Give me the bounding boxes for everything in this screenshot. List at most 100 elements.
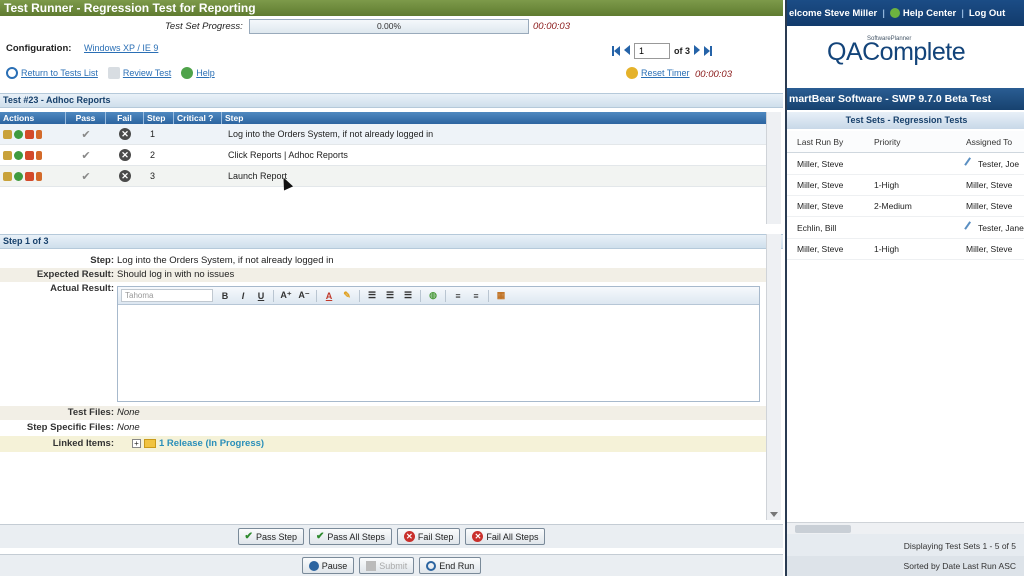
fail-step-button[interactable]: ✕ Fail Step xyxy=(396,528,461,545)
help-icon xyxy=(181,67,194,79)
page-number-input[interactable] xyxy=(634,43,670,59)
sort-status: Sorted by Date Last Run ASC xyxy=(787,556,1024,576)
add-icon[interactable] xyxy=(14,150,23,160)
table-row[interactable]: Echlin, Bill Tester, Jane xyxy=(787,217,1024,239)
step-files-row: Step Specific Files: None xyxy=(0,420,766,436)
end-run-button[interactable]: End Run xyxy=(419,557,482,574)
underline-icon[interactable]: U xyxy=(255,291,267,301)
add-icon[interactable] xyxy=(14,129,23,139)
pass-step-button[interactable]: ✔ Pass Step xyxy=(237,528,304,545)
steps-scrollbar[interactable] xyxy=(766,112,781,224)
col-last-run-by[interactable]: Last Run By xyxy=(787,131,864,152)
expand-icon[interactable]: + xyxy=(132,438,141,448)
first-page-icon[interactable] xyxy=(612,46,620,56)
welcome-text: elcome Steve Miller xyxy=(789,7,878,19)
review-icon xyxy=(107,67,120,79)
delete-icon[interactable] xyxy=(25,150,34,160)
test-sets-grid-header: Last Run By Priority Assigned To xyxy=(787,131,1024,153)
review-test-link[interactable]: Review Test xyxy=(107,67,171,79)
editor-toolbar: Tahoma B I U A⁺ A⁻ A ✎ ☰ ☰ ☰ ◍ ≡ ≡ ▦ xyxy=(118,287,759,305)
table-row[interactable]: Miller, Steve 1-High Miller, Steve xyxy=(787,239,1024,260)
configuration-link[interactable]: Windows XP / IE 9 xyxy=(84,43,158,53)
font-select[interactable]: Tahoma xyxy=(121,289,213,302)
edit-icon[interactable] xyxy=(3,150,12,160)
fail-x-icon[interactable]: ✕ xyxy=(119,128,131,140)
help-link[interactable]: Help xyxy=(181,67,215,79)
progress-bar: 0.00% xyxy=(249,19,529,34)
add-icon[interactable] xyxy=(14,171,23,181)
edit-icon[interactable] xyxy=(3,171,12,181)
table-row[interactable]: ✔ ✕ 2 Click Reports | Adhoc Reports xyxy=(0,145,766,166)
test-sets-hscrollbar[interactable] xyxy=(787,522,1024,534)
col-step-no: Step xyxy=(144,112,174,124)
reset-timer-link[interactable]: Reset Timer xyxy=(626,67,690,79)
scroll-down-icon[interactable] xyxy=(770,512,778,517)
pass-checkmark-icon[interactable]: ✔ xyxy=(66,145,106,166)
check-icon: ✔ xyxy=(315,531,325,542)
pause-button[interactable]: Pause xyxy=(301,557,355,574)
fail-all-steps-button[interactable]: ✕ Fail All Steps xyxy=(465,528,546,545)
prev-page-icon[interactable] xyxy=(624,45,630,57)
fail-x-icon[interactable]: ✕ xyxy=(119,149,131,161)
delete-icon[interactable] xyxy=(25,129,34,139)
col-priority[interactable]: Priority xyxy=(864,131,956,152)
fail-x-icon[interactable]: ✕ xyxy=(119,170,131,182)
expected-result-value: Should log in with no issues xyxy=(117,269,235,280)
logout-link[interactable]: Log Out xyxy=(969,8,1005,19)
test-files-value: None xyxy=(117,407,140,418)
scroll-thumb[interactable] xyxy=(795,525,851,533)
step-text: Log into the Orders System, if not alrea… xyxy=(228,129,434,139)
table-row[interactable]: Miller, Steve 2-Medium Miller, Steve xyxy=(787,196,1024,217)
italic-icon[interactable]: I xyxy=(237,291,249,301)
bold-icon[interactable]: B xyxy=(219,291,231,301)
reset-timer-value: 00:00:03 xyxy=(695,69,732,80)
edit-icon[interactable] xyxy=(964,157,977,170)
font-size-up-icon[interactable]: A⁺ xyxy=(280,290,292,301)
table-row[interactable]: ✔ ✕ 1 Log into the Orders System, if not… xyxy=(0,124,766,145)
next-page-icon[interactable] xyxy=(694,45,701,57)
col-step-text: Step xyxy=(225,113,244,123)
qacomplete-window: elcome Steve Miller | Help Center | Log … xyxy=(785,0,1024,576)
steps-grid-header: Actions Pass Fail Step Critical ? Step xyxy=(0,112,766,124)
check-icon: ✔ xyxy=(244,531,253,542)
numbered-list-icon[interactable]: ≡ xyxy=(452,291,464,301)
highlight-icon[interactable]: ✎ xyxy=(341,290,353,301)
col-assigned-to[interactable]: Assigned To xyxy=(956,131,1024,152)
col-fail: Fail xyxy=(106,112,144,124)
delete-icon[interactable] xyxy=(25,171,34,181)
font-size-down-icon[interactable]: A⁻ xyxy=(298,290,310,301)
critical-cell xyxy=(174,124,222,145)
insert-table-icon[interactable]: ▦ xyxy=(495,290,507,301)
pass-all-steps-button[interactable]: ✔ Pass All Steps xyxy=(308,528,392,545)
move-icon[interactable] xyxy=(36,171,42,181)
return-to-tests-link[interactable]: Return to Tests List xyxy=(6,67,98,79)
detail-scrollbar[interactable] xyxy=(766,234,781,520)
project-banner: martBear Software - SWP 9.7.0 Beta Test xyxy=(787,88,1024,110)
pass-checkmark-icon[interactable]: ✔ xyxy=(66,166,106,187)
linked-release-link[interactable]: 1 Release (In Progress) xyxy=(159,438,264,449)
steps-grid: ✔ ✕ 1 Log into the Orders System, if not… xyxy=(0,124,766,187)
bullet-list-icon[interactable]: ≡ xyxy=(470,291,482,301)
pass-checkmark-icon[interactable]: ✔ xyxy=(66,124,106,145)
link-icon[interactable]: ◍ xyxy=(427,290,439,301)
move-icon[interactable] xyxy=(36,129,42,139)
table-row[interactable]: Miller, Steve 1-High Miller, Steve xyxy=(787,175,1024,196)
edit-icon[interactable] xyxy=(3,129,12,139)
run-action-bar: Pause Submit End Run xyxy=(0,554,783,576)
move-icon[interactable] xyxy=(36,150,42,160)
save-icon xyxy=(366,560,377,571)
edit-icon[interactable] xyxy=(964,221,977,234)
table-row[interactable]: Miller, Steve Tester, Joe xyxy=(787,153,1024,175)
help-center-link[interactable]: Help Center xyxy=(889,8,956,19)
step-row: Step: Log into the Orders System, if not… xyxy=(0,254,766,268)
last-page-icon[interactable] xyxy=(704,46,713,56)
table-row[interactable]: ✔ ✕ 3 Launch Report xyxy=(0,166,766,187)
align-center-icon[interactable]: ☰ xyxy=(384,290,396,301)
step-text: Launch Report xyxy=(228,171,288,181)
submit-button[interactable]: Submit xyxy=(359,557,415,574)
align-right-icon[interactable]: ☰ xyxy=(402,290,414,301)
actual-result-editor[interactable]: Tahoma B I U A⁺ A⁻ A ✎ ☰ ☰ ☰ ◍ ≡ ≡ ▦ xyxy=(117,286,760,402)
text-color-icon[interactable]: A xyxy=(323,291,335,301)
step-number: 3 xyxy=(150,171,156,181)
align-left-icon[interactable]: ☰ xyxy=(366,290,378,301)
